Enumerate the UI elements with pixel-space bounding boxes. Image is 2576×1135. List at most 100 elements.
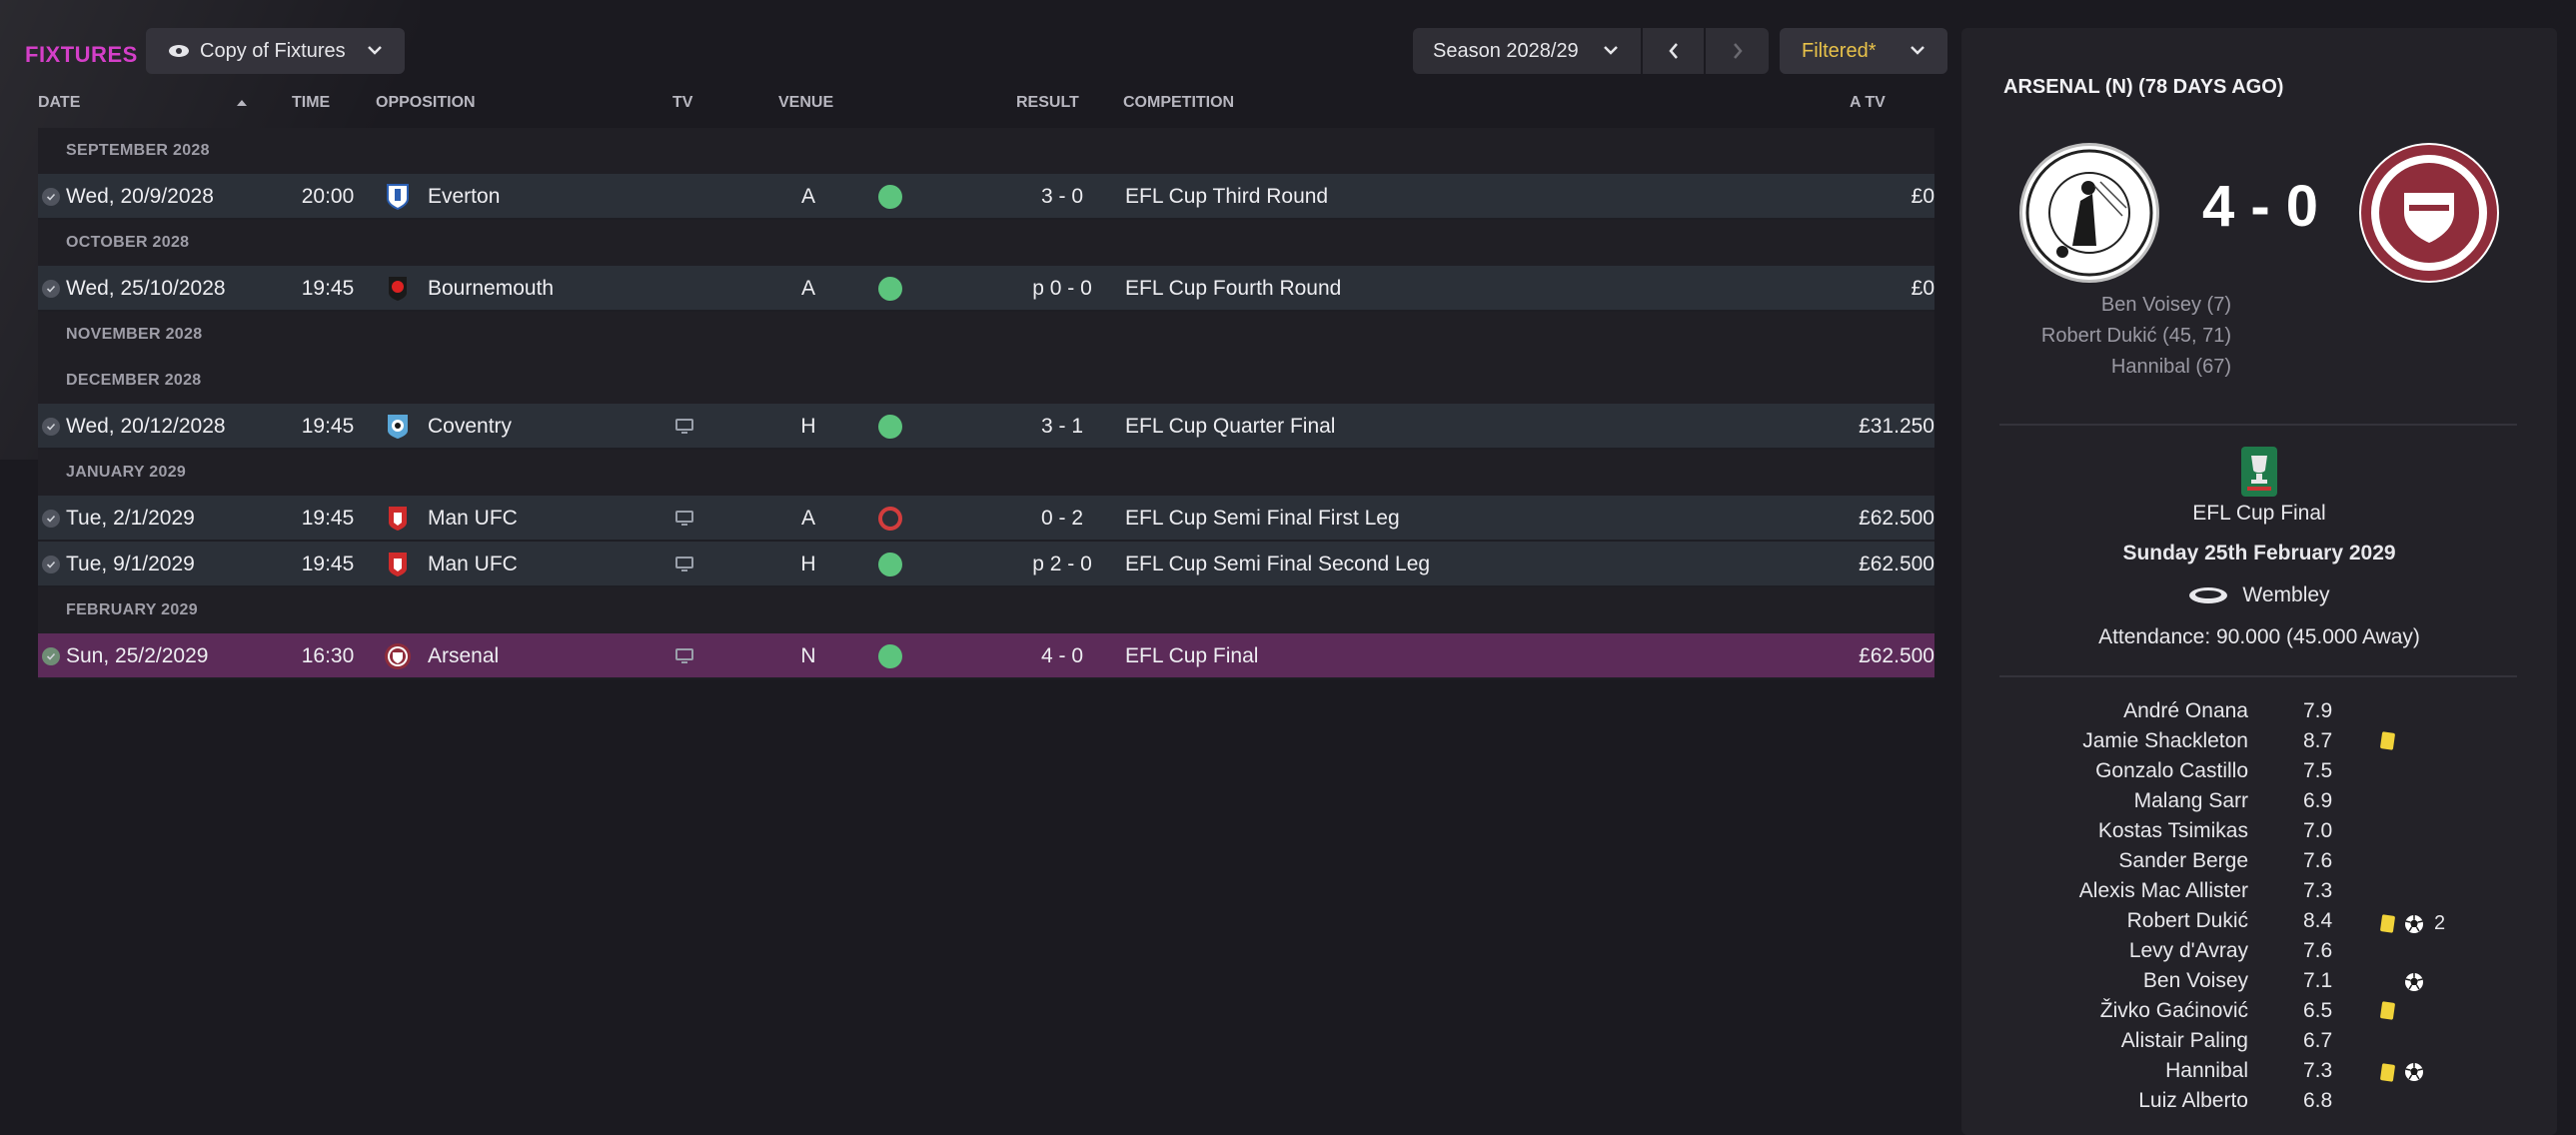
- opposition-crest-icon[interactable]: [383, 542, 413, 587]
- previous-season-button[interactable]: [1643, 28, 1706, 74]
- opposition-name[interactable]: Bournemouth: [428, 266, 554, 312]
- fixture-atv: £62.500: [1859, 507, 1934, 530]
- top-bar: FIXTURES Copy of Fixtures Season 2028/29…: [0, 28, 1958, 76]
- player-name[interactable]: Živko Gaćinović: [2100, 999, 2248, 1023]
- fixture-result[interactable]: 3 - 0: [997, 174, 1127, 220]
- player-name[interactable]: Ben Voisey: [2143, 969, 2248, 993]
- player-rating-row[interactable]: André Onana 7.9: [1961, 697, 2557, 727]
- fixture-result[interactable]: p 2 - 0: [997, 542, 1127, 587]
- view-dropdown[interactable]: Copy of Fixtures: [146, 28, 405, 74]
- yellow-card-icon: [2379, 1062, 2396, 1082]
- player-rating-row[interactable]: Malang Sarr 6.9: [1961, 787, 2557, 817]
- divider: [1999, 675, 2517, 677]
- player-rating-row[interactable]: Hannibal 7.3: [1961, 1057, 2557, 1087]
- player-name[interactable]: Hannibal: [2165, 1059, 2248, 1083]
- fixture-date: Sun, 25/2/2029: [66, 644, 209, 667]
- sort-ascending-icon[interactable]: [236, 98, 248, 108]
- player-rating-row[interactable]: Sander Berge 7.6: [1961, 847, 2557, 877]
- player-rating-row[interactable]: Jamie Shackleton 8.7: [1961, 727, 2557, 757]
- fixture-date: Wed, 25/10/2028: [66, 277, 226, 300]
- opposition-name[interactable]: Coventry: [428, 404, 512, 450]
- player-name[interactable]: Kostas Tsimikas: [2098, 819, 2248, 843]
- column-header-atv[interactable]: A TV: [1850, 94, 1886, 112]
- fixture-result[interactable]: 3 - 1: [997, 404, 1127, 450]
- column-header-result[interactable]: RESULT: [1016, 94, 1079, 112]
- played-check-icon: [42, 633, 62, 679]
- view-dropdown-label: Copy of Fixtures: [200, 39, 346, 62]
- opposition-crest-icon[interactable]: [383, 404, 413, 450]
- season-dropdown[interactable]: Season 2028/29: [1413, 28, 1643, 74]
- stadium-name[interactable]: Wembley: [2242, 583, 2329, 607]
- player-rating-row[interactable]: Robert Dukić 8.4 2: [1961, 907, 2557, 937]
- opposition-name[interactable]: Arsenal: [428, 633, 499, 679]
- filter-dropdown[interactable]: Filtered*: [1780, 28, 1947, 74]
- fixture-row[interactable]: Wed, 25/10/2028 19:45 Bournemouth Ap 0 - 0E…: [38, 266, 1934, 312]
- opposition-crest-icon[interactable]: [383, 633, 413, 679]
- column-header-date[interactable]: DATE: [38, 94, 80, 112]
- win-indicator-icon: [875, 266, 905, 312]
- season-navigator: Season 2028/29: [1413, 28, 1769, 74]
- fixture-result[interactable]: p 0 - 0: [997, 266, 1127, 312]
- player-name[interactable]: Luiz Alberto: [2138, 1089, 2248, 1113]
- player-name[interactable]: Gonzalo Castillo: [2095, 759, 2248, 783]
- fixture-competition[interactable]: EFL Cup Third Round: [1125, 174, 1328, 220]
- opposition-crest-icon[interactable]: [383, 174, 413, 220]
- tv-icon: [669, 633, 699, 679]
- player-rating-row[interactable]: Luiz Alberto 6.8: [1961, 1087, 2557, 1117]
- column-header-venue[interactable]: VENUE: [778, 94, 833, 112]
- fixture-result[interactable]: 4 - 0: [997, 633, 1127, 679]
- played-check-icon: [42, 542, 62, 587]
- player-rating-row[interactable]: Kostas Tsimikas 7.0: [1961, 817, 2557, 847]
- fixture-row[interactable]: Tue, 2/1/2029 19:45 Man UFC A 0 - 2 EFL Cup S…: [38, 496, 1934, 542]
- gateshead-crest[interactable]: [2019, 143, 2159, 283]
- win-indicator-icon: [875, 404, 905, 450]
- fixture-venue: A: [800, 507, 815, 530]
- player-name[interactable]: Jamie Shackleton: [2082, 729, 2248, 753]
- next-season-button[interactable]: [1706, 28, 1769, 74]
- player-name[interactable]: Malang Sarr: [2134, 789, 2248, 813]
- competition-name[interactable]: EFL Cup Final: [1961, 502, 2557, 526]
- player-rating-row[interactable]: Ben Voisey 7.1: [1961, 967, 2557, 997]
- fixture-row[interactable]: Wed, 20/9/2028 20:00 Everton A 3 - 0 EFL Cup …: [38, 174, 1934, 220]
- column-header-tv[interactable]: TV: [672, 94, 692, 112]
- goal-ball-icon: [2404, 972, 2424, 992]
- player-rating-row[interactable]: Gonzalo Castillo 7.5: [1961, 757, 2557, 787]
- month-group-header: DECEMBER 2028: [38, 358, 1934, 404]
- column-header-time[interactable]: TIME: [292, 94, 330, 112]
- fixture-competition[interactable]: EFL Cup Fourth Round: [1125, 266, 1341, 312]
- fixture-competition[interactable]: EFL Cup Semi Final Second Leg: [1125, 542, 1430, 587]
- column-header-opposition[interactable]: OPPOSITION: [376, 94, 476, 112]
- player-ratings: André Onana 7.9 Jamie Shackleton 8.7 Gonzalo…: [1961, 697, 2557, 1117]
- column-header-competition[interactable]: COMPETITION: [1123, 94, 1234, 112]
- fixture-venue: H: [800, 415, 816, 438]
- fixture-result[interactable]: 0 - 2: [997, 496, 1127, 542]
- played-check-icon: [42, 496, 62, 542]
- player-rating-row[interactable]: Alistair Paling 6.7: [1961, 1027, 2557, 1057]
- fixture-competition[interactable]: EFL Cup Final: [1125, 633, 1258, 679]
- player-name[interactable]: Alistair Paling: [2121, 1029, 2248, 1053]
- tv-icon: [669, 174, 699, 220]
- opposition-name[interactable]: Man UFC: [428, 496, 518, 542]
- fixture-date: Tue, 2/1/2029: [66, 507, 195, 530]
- opposition-crest-icon[interactable]: [383, 266, 413, 312]
- fixture-competition[interactable]: EFL Cup Semi Final First Leg: [1125, 496, 1400, 542]
- season-label: Season 2028/29: [1433, 39, 1579, 62]
- fixture-row[interactable]: Tue, 9/1/2029 19:45 Man UFC Hp 2 - 0 EFL Cup…: [38, 542, 1934, 587]
- match-summary-title[interactable]: ARSENAL (N) (78 DAYS AGO): [2003, 76, 2283, 99]
- fixture-competition[interactable]: EFL Cup Quarter Final: [1125, 404, 1335, 450]
- player-name[interactable]: Alexis Mac Allister: [2079, 879, 2248, 903]
- opposition-name[interactable]: Everton: [428, 174, 500, 220]
- opposition-crest-icon[interactable]: [383, 496, 413, 542]
- opposition-name[interactable]: Man UFC: [428, 542, 518, 587]
- player-name[interactable]: André Onana: [2123, 699, 2248, 723]
- arsenal-crest[interactable]: [2359, 143, 2499, 283]
- player-name[interactable]: Sander Berge: [2118, 849, 2248, 873]
- player-name[interactable]: Levy d'Avray: [2129, 939, 2248, 963]
- fixture-row[interactable]: Wed, 20/12/2028 19:45 Coventry H 3 - 1 EFL Cu…: [38, 404, 1934, 450]
- player-name[interactable]: Robert Dukić: [2127, 909, 2248, 933]
- player-rating-row[interactable]: Levy d'Avray 7.6: [1961, 937, 2557, 967]
- fixture-row-selected[interactable]: Sun, 25/2/2029 16:30 Arsenal N 4 - 0 EFL Cup …: [38, 633, 1934, 679]
- player-rating-row[interactable]: Živko Gaćinović 6.5: [1961, 997, 2557, 1027]
- player-rating: 7.1: [2303, 969, 2333, 992]
- player-rating-row[interactable]: Alexis Mac Allister 7.3: [1961, 877, 2557, 907]
